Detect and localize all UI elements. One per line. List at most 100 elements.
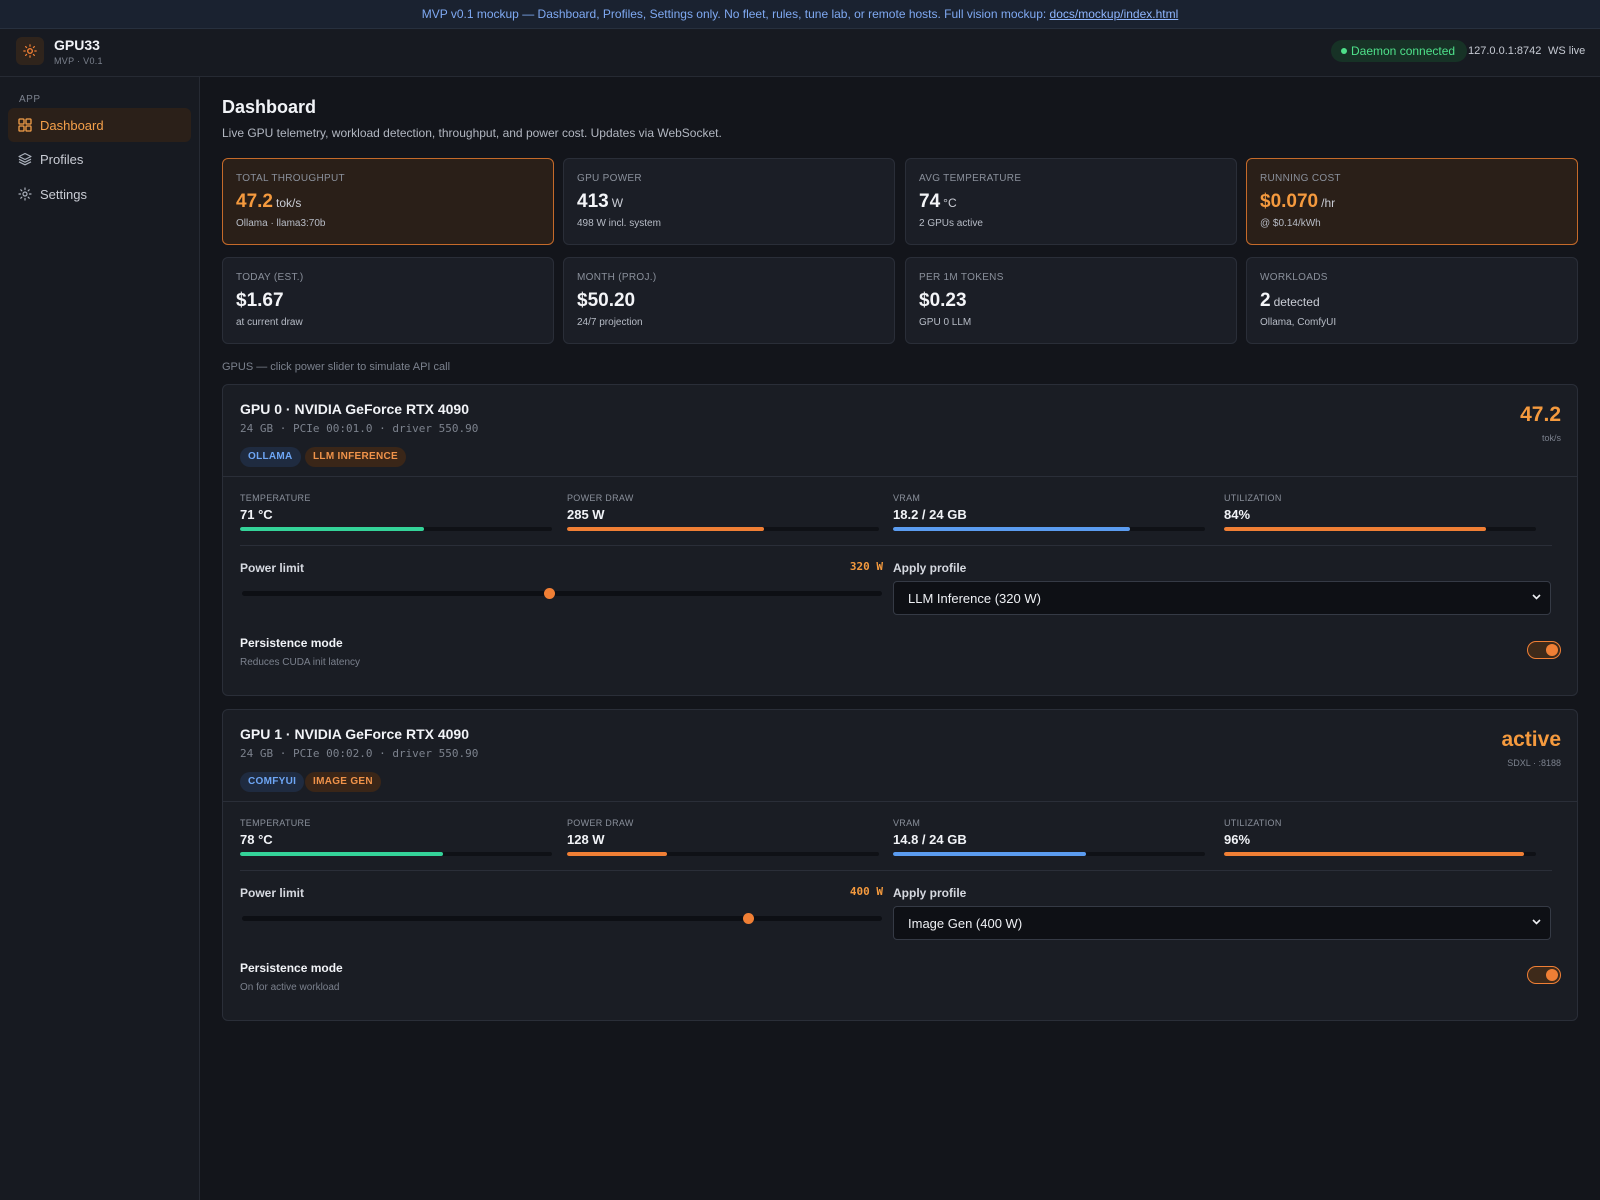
- power-limit-label: Power limit: [240, 886, 305, 900]
- metric-vram: VRAM 14.8 / 24 GB: [893, 818, 1205, 856]
- workload-tag: IMAGE GEN: [305, 772, 381, 792]
- stat-value: 47.2 tok/s: [236, 191, 302, 212]
- daemon-status-text: Daemon connected: [1351, 44, 1456, 58]
- sun-icon: [23, 44, 37, 58]
- profile-select-value: LLM Inference (320 W): [908, 591, 1041, 606]
- metric-vram: VRAM 18.2 / 24 GB: [893, 493, 1205, 531]
- apply-profile-label: Apply profile: [893, 561, 967, 575]
- metric-label: VRAM: [893, 818, 921, 828]
- stat-value: 74 °C: [919, 191, 957, 212]
- persistence-toggle[interactable]: [1527, 641, 1561, 659]
- gpu-meta: 24 GB · PCIe 00:02.0 · driver 550.90: [240, 747, 479, 760]
- slider-thumb[interactable]: [742, 913, 754, 924]
- stat-label: PER 1M TOKENS: [919, 272, 1004, 283]
- metric-bar-fill: [893, 852, 1087, 856]
- stat-card-running-cost: RUNNING COST $0.070/hr @ $0.14/kWh: [1246, 158, 1578, 245]
- gpu-throughput: 47.2: [1520, 403, 1561, 426]
- metric-value: 84%: [1224, 507, 1251, 522]
- stat-card-avg-temperature: AVG TEMPERATURE 74 °C 2 GPUs active: [905, 158, 1237, 245]
- stat-sub: 24/7 projection: [577, 317, 643, 328]
- stat-label: MONTH (PROJ.): [577, 272, 657, 283]
- chevron-down-icon: [1531, 582, 1542, 616]
- profile-select-value: Image Gen (400 W): [908, 916, 1023, 931]
- workload-tag: COMFYUI: [240, 772, 305, 792]
- stat-sub: Ollama, ComfyUI: [1260, 317, 1337, 328]
- metric-bar: [567, 527, 879, 531]
- stat-card-month: MONTH (PROJ.) $50.20 24/7 projection: [563, 257, 895, 344]
- layers-icon: [18, 152, 32, 166]
- metric-value: 128 W: [567, 832, 605, 847]
- persistence-toggle[interactable]: [1527, 966, 1561, 984]
- stat-label: WORKLOADS: [1260, 272, 1328, 283]
- metric-bar-fill: [1224, 852, 1524, 856]
- stat-sub: at current draw: [236, 317, 303, 328]
- workload-tag: LLM INFERENCE: [305, 447, 407, 467]
- page-subtitle: Live GPU telemetry, workload detection, …: [222, 126, 722, 140]
- apply-profile-label: Apply profile: [893, 886, 967, 900]
- power-limit-slider[interactable]: [242, 913, 882, 924]
- profile-select[interactable]: Image Gen (400 W): [893, 906, 1551, 940]
- metric-bar: [567, 852, 879, 856]
- stat-label: TOTAL THROUGHPUT: [236, 173, 345, 184]
- app-version: MVP · V0.1: [54, 56, 103, 66]
- metric-bar: [1224, 852, 1536, 856]
- metric-bar: [240, 852, 552, 856]
- gpu-card-1: GPU 1 · NVIDIA GeForce RTX 4090 24 GB · …: [222, 709, 1578, 1021]
- sidebar-item-label: Settings: [40, 186, 87, 202]
- stat-label: TODAY (EST.): [236, 272, 304, 283]
- metric-bar: [240, 527, 552, 531]
- metric-value: 285 W: [567, 507, 605, 522]
- sidebar-item-profiles[interactable]: Profiles: [8, 142, 191, 176]
- gpu-throughput-unit: tok/s: [1541, 433, 1561, 443]
- power-limit-value: 400 W: [849, 885, 883, 898]
- gpu-name: GPU 0 · NVIDIA GeForce RTX 4090: [240, 401, 469, 417]
- metric-label: POWER DRAW: [567, 818, 634, 828]
- metric-power-draw: POWER DRAW 128 W: [567, 818, 879, 856]
- stat-value: 2 detected: [1260, 290, 1320, 311]
- metric-label: POWER DRAW: [567, 493, 634, 503]
- sidebar-section-label: APP: [19, 94, 41, 105]
- banner-link[interactable]: docs/mockup/index.html: [1050, 7, 1179, 21]
- banner-text: MVP v0.1 mockup — Dashboard, Profiles, S…: [421, 7, 1050, 21]
- power-limit-slider[interactable]: [242, 588, 882, 599]
- metric-label: UTILIZATION: [1224, 818, 1282, 828]
- metric-bar-fill: [1224, 527, 1487, 531]
- stat-unit: °C: [943, 196, 957, 210]
- metric-bar: [893, 852, 1205, 856]
- metric-value: 14.8 / 24 GB: [893, 832, 967, 847]
- gpu-status-sub: SDXL · :8188: [1507, 758, 1561, 768]
- app-logo: [16, 37, 44, 65]
- metric-bar-fill: [240, 852, 443, 856]
- divider: [240, 870, 1552, 871]
- stat-card-throughput: TOTAL THROUGHPUT 47.2 tok/s Ollama · llam…: [222, 158, 554, 245]
- metric-temperature: TEMPERATURE 71 °C: [240, 493, 552, 531]
- sidebar-item-settings[interactable]: Settings: [8, 177, 191, 211]
- metric-value: 18.2 / 24 GB: [893, 507, 967, 522]
- app-name: GPU33: [54, 37, 100, 53]
- daemon-host: 127.0.0.1:8742: [1468, 45, 1542, 57]
- sidebar: APP Dashboard Profiles Settings: [0, 77, 200, 1200]
- sidebar-item-label: Dashboard: [40, 117, 104, 133]
- stat-card-workloads: WORKLOADS 2 detected Ollama, ComfyUI: [1246, 257, 1578, 344]
- metric-bar-fill: [240, 527, 425, 531]
- gpu-meta: 24 GB · PCIe 00:01.0 · driver 550.90: [240, 422, 479, 435]
- stat-value: $50.20: [577, 290, 636, 311]
- stat-sub: 2 GPUs active: [919, 218, 983, 229]
- stat-unit: tok/s: [275, 196, 302, 210]
- metric-bar: [893, 527, 1205, 531]
- slider-thumb[interactable]: [544, 588, 556, 599]
- power-limit-value: 320 W: [849, 560, 883, 573]
- mockup-banner: MVP v0.1 mockup — Dashboard, Profiles, S…: [0, 0, 1600, 29]
- profile-select[interactable]: LLM Inference (320 W): [893, 581, 1551, 615]
- stat-unit: detected: [1273, 295, 1320, 309]
- sidebar-item-dashboard[interactable]: Dashboard: [8, 108, 191, 142]
- stat-sub: GPU 0 LLM: [919, 317, 972, 328]
- stat-label: AVG TEMPERATURE: [919, 173, 1022, 184]
- metric-bar-fill: [893, 527, 1131, 531]
- workload-tag: OLLAMA: [240, 447, 301, 467]
- daemon-status-badge: Daemon connected: [1331, 40, 1468, 62]
- persistence-mode-sub: Reduces CUDA init latency: [240, 657, 361, 668]
- metric-utilization: UTILIZATION 84%: [1224, 493, 1536, 531]
- metric-bar-fill: [567, 852, 667, 856]
- stat-sub: 498 W incl. system: [577, 218, 661, 229]
